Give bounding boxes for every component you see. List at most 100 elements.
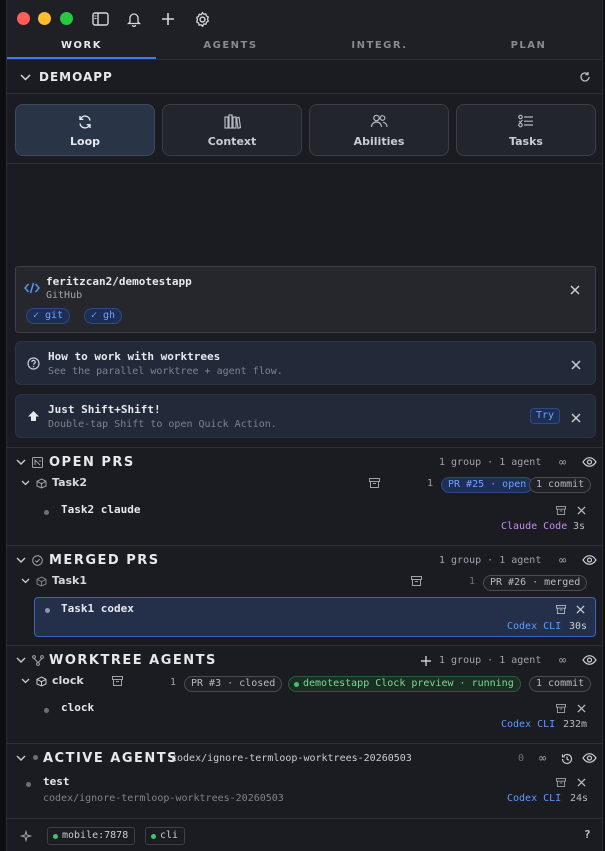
close-icon[interactable] [569,411,583,425]
eye-icon[interactable] [581,456,597,468]
checklist-icon [457,114,595,130]
chevron-down-icon[interactable] [19,477,31,489]
eye-icon[interactable] [581,752,597,764]
tab-integrations[interactable]: INTEGR. [305,36,454,60]
refresh-icon[interactable] [578,70,592,84]
chevron-down-icon[interactable] [15,654,27,666]
history-icon[interactable] [560,752,573,765]
pr-badge[interactable]: PR #3 · closed [184,676,283,692]
preview-badge[interactable]: demotestapp Clock preview · running [288,676,521,692]
close-window-button[interactable] [17,12,30,25]
zoom-window-button[interactable] [60,12,73,25]
repo-name[interactable]: feritzcan2/demotestapp [46,275,192,288]
archive-icon[interactable] [368,477,380,489]
agent-time: 232m [563,719,588,730]
loop-icon [16,114,154,130]
tab-agents[interactable]: AGENTS [156,36,305,60]
books-icon [163,114,301,130]
infinity-icon[interactable]: ∞ [559,455,566,469]
archive-icon[interactable] [555,603,567,615]
mode-loop-button[interactable]: Loop [15,104,155,156]
mode-context-button[interactable]: Context [162,104,302,156]
agent-name[interactable]: test [43,775,70,788]
agent-name[interactable]: Task1 codex [61,602,134,615]
plus-icon[interactable] [420,655,432,667]
pr-badge[interactable]: PR #26 · merged [483,575,588,591]
mode-abilities-button[interactable]: Abilities [309,104,449,156]
agent-tool: Codex CLI [507,793,562,804]
cube-icon [35,477,47,489]
mode-tasks-button[interactable]: Tasks [456,104,596,156]
close-icon[interactable] [575,776,587,788]
chevron-down-icon[interactable] [15,456,27,468]
group-count: 1 [170,677,177,688]
chevron-down-icon[interactable] [19,675,31,687]
section-title[interactable]: MERGED PRS [49,553,160,568]
people-icon [310,114,448,130]
archive-icon[interactable] [111,675,123,687]
agent-name[interactable]: Task2 claude [61,503,140,516]
project-header: DEMOAPP [7,60,602,94]
status-bar: mobile:7878 cli ? [7,818,602,851]
chevron-down-icon[interactable] [15,752,27,764]
minimize-window-button[interactable] [38,12,51,25]
shift-shift-tip-card[interactable]: Just Shift+Shift! Double-tap Shift to op… [15,394,596,438]
cube-icon [35,575,47,587]
agent-tool: Codex CLI [507,621,562,632]
group-name[interactable]: Task1 [52,574,87,587]
plus-icon[interactable] [158,9,178,29]
tab-plan[interactable]: PLAN [454,36,602,60]
divider [7,743,602,744]
agent-name[interactable]: clock [61,701,94,714]
chevron-down-icon[interactable] [19,575,31,587]
title-bar [7,0,602,36]
help-circle-icon [26,356,40,370]
cli-chip[interactable]: cli [145,827,186,845]
infinity-icon[interactable]: ∞ [539,751,546,765]
note-title: How to work with worktrees [48,350,221,363]
branch-icon [31,654,44,666]
close-icon[interactable] [569,358,583,372]
divider [7,645,602,646]
agent-status-dot [45,608,50,613]
pull-request-icon [31,456,43,468]
chevron-down-icon[interactable] [19,71,31,83]
help-button[interactable]: ? [584,828,591,841]
tab-work[interactable]: WORK [7,36,156,60]
sparkle-icon[interactable] [19,829,33,843]
archive-icon[interactable] [555,702,567,714]
commit-badge[interactable]: 1 commit [529,676,592,692]
shift-arrow-icon [26,409,40,423]
close-icon[interactable] [575,504,587,516]
chevron-down-icon[interactable] [15,554,27,566]
section-title[interactable]: OPEN PRS [49,455,135,470]
bell-icon[interactable] [124,9,144,29]
worktree-help-card[interactable]: How to work with worktrees See the paral… [15,341,596,385]
close-icon[interactable] [575,702,587,714]
group-name[interactable]: clock [52,674,84,687]
pr-badge[interactable]: PR #25 · open [441,477,534,493]
agent-tool: Claude Code [501,521,568,532]
eye-icon[interactable] [581,554,597,566]
archive-icon[interactable] [410,575,422,587]
divider [7,545,602,546]
gear-icon[interactable] [192,9,212,29]
preview-label: demotestapp Clock preview · running [303,678,514,689]
archive-icon[interactable] [555,776,567,788]
close-icon[interactable] [568,283,582,297]
archive-icon[interactable] [555,504,567,516]
note-subtitle: Double-tap Shift to open Quick Action. [48,419,277,430]
sidebar-toggle-icon[interactable] [90,9,110,29]
group-name[interactable]: Task2 [52,476,87,489]
mobile-server-chip[interactable]: mobile:7878 [47,827,136,845]
mode-label: Abilities [353,135,405,148]
section-title[interactable]: WORKTREE AGENTS [49,653,217,668]
main-tabs: WORK AGENTS INTEGR. PLAN [7,36,602,60]
commit-badge[interactable]: 1 commit [529,477,592,493]
infinity-icon[interactable]: ∞ [559,653,566,667]
section-title[interactable]: ACTIVE AGENTS [43,751,178,766]
infinity-icon[interactable]: ∞ [559,553,566,567]
try-button[interactable]: Try [530,408,561,424]
close-icon[interactable] [574,603,586,615]
eye-icon[interactable] [581,654,597,666]
